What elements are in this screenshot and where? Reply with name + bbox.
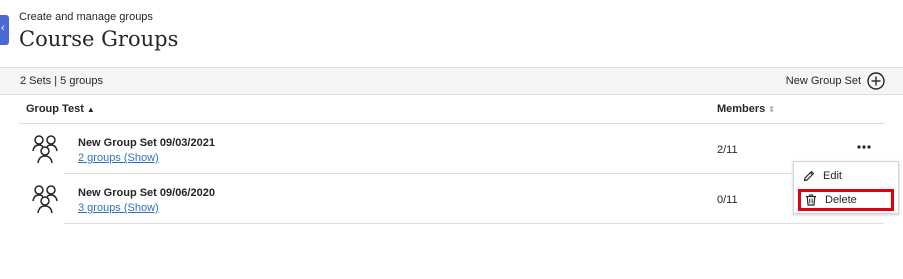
group-people-icon xyxy=(32,185,58,214)
back-tab[interactable]: ‹ xyxy=(0,15,9,45)
chevron-left-icon: ‹ xyxy=(1,22,5,34)
sort-ascending-icon: ▲ xyxy=(86,105,95,114)
page-subtitle: Create and manage groups xyxy=(19,11,153,23)
row-divider xyxy=(64,223,884,224)
menu-item-edit[interactable]: Edit xyxy=(798,165,894,187)
row-context-menu: Edit Delete xyxy=(793,161,899,214)
ellipsis-icon xyxy=(857,145,871,149)
group-sets-toolbar: 2 Sets | 5 groups New Group Set xyxy=(0,67,903,95)
column-header-group-test[interactable]: Group Test ▲ xyxy=(26,103,95,115)
members-count: 2/11 xyxy=(717,144,738,156)
more-options-button[interactable] xyxy=(855,141,873,153)
new-group-set-button[interactable]: New Group Set xyxy=(786,71,885,91)
sort-unsorted-icon: ⇕ xyxy=(768,105,775,114)
menu-item-label: Delete xyxy=(825,194,857,206)
column-header-label: Members xyxy=(717,103,766,115)
group-set-title: New Group Set 09/03/2021 xyxy=(78,137,215,149)
trash-icon xyxy=(806,194,816,206)
sets-count: 2 Sets | 5 groups xyxy=(20,75,103,87)
group-set-title: New Group Set 09/06/2020 xyxy=(78,187,215,199)
group-people-icon xyxy=(32,135,58,164)
page-title: Course Groups xyxy=(19,27,179,51)
column-header-members[interactable]: Members ⇕ xyxy=(717,103,775,115)
show-groups-link[interactable]: 2 groups (Show) xyxy=(78,152,159,164)
menu-item-delete[interactable]: Delete xyxy=(798,189,894,211)
table-row: New Group Set 09/03/2021 2 groups (Show)… xyxy=(0,124,903,174)
table-row: New Group Set 09/06/2020 3 groups (Show)… xyxy=(0,174,903,224)
plus-circle-icon xyxy=(867,72,885,90)
show-groups-link[interactable]: 3 groups (Show) xyxy=(78,202,159,214)
members-count: 0/11 xyxy=(717,194,738,206)
menu-item-label: Edit xyxy=(823,170,842,182)
pencil-icon xyxy=(803,170,815,182)
course-groups-page: ‹ Create and manage groups Course Groups… xyxy=(0,0,903,279)
new-group-set-label: New Group Set xyxy=(785,75,861,87)
column-header-label: Group Test xyxy=(26,103,84,115)
